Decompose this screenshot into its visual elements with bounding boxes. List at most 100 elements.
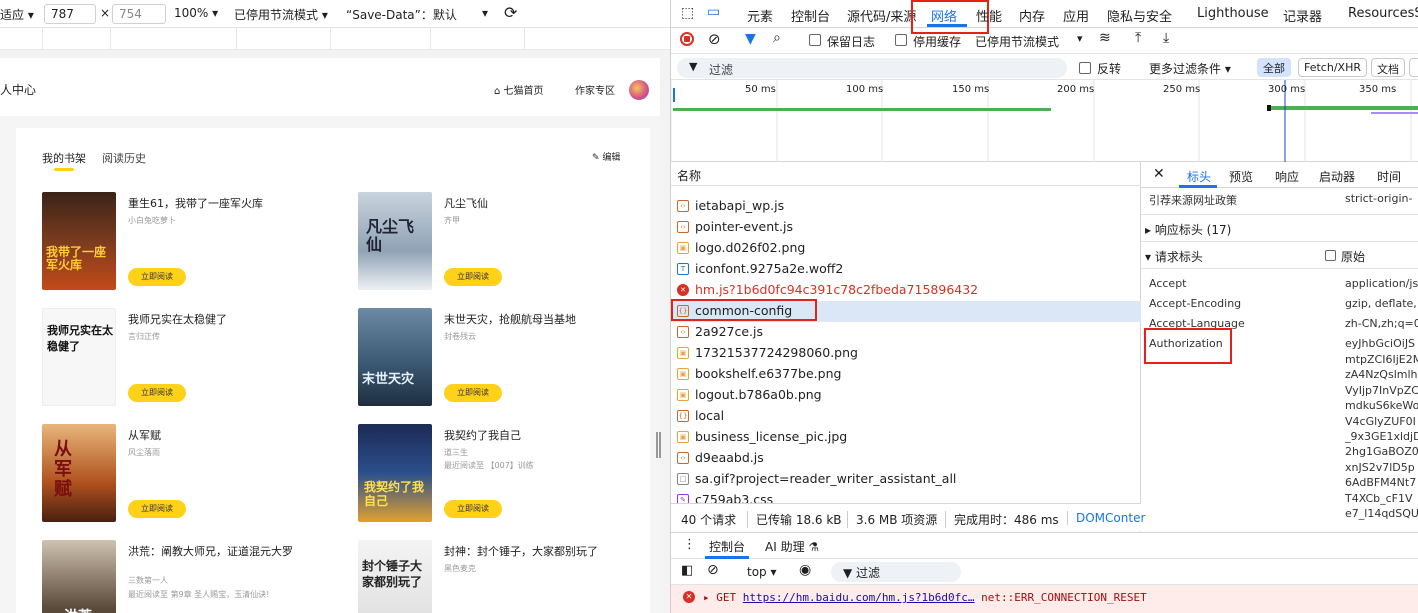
book-title[interactable]: 我契约了我自己: [444, 428, 624, 443]
drawer-tab-ai[interactable]: AI 助理 ⚗: [765, 538, 819, 555]
request-name[interactable]: bookshelf.e6377be.png: [695, 366, 841, 381]
read-now-button[interactable]: 立即阅读: [128, 500, 186, 518]
response-headers-toggle[interactable]: ▸ 响应标头 (17): [1145, 221, 1231, 238]
avatar[interactable]: [629, 80, 649, 100]
drawer-menu-icon[interactable]: ⋮: [683, 537, 696, 552]
tab-resources[interactable]: ResourcesSa: [1348, 6, 1418, 21]
drawer-tab-console[interactable]: 控制台: [709, 538, 745, 555]
clear-console-icon[interactable]: ⊘: [707, 562, 719, 578]
device-preset-select[interactable]: 适应 ▾: [0, 6, 34, 23]
rotate-icon[interactable]: ⟳: [504, 3, 517, 22]
book-title[interactable]: 洪荒：阐教大师兄，证道混元大罗: [128, 544, 308, 559]
request-name[interactable]: sa.gif?project=reader_writer_assistant_a…: [695, 471, 956, 486]
request-name[interactable]: local: [695, 408, 724, 423]
device-height-input[interactable]: 754: [112, 4, 166, 24]
read-now-button[interactable]: 立即阅读: [444, 384, 502, 402]
book-cover[interactable]: 末世天灾: [358, 308, 432, 406]
request-row[interactable]: ▣ 17321537724298060.png: [671, 343, 1141, 364]
request-row[interactable]: ✕ hm.js?1b6d0fc94c391c78c2fbeda715896432: [671, 280, 1141, 301]
tab-privacy[interactable]: 隐私与安全: [1107, 6, 1172, 25]
filter-input[interactable]: ▼ 过滤: [677, 58, 1067, 78]
request-name[interactable]: d9eaabd.js: [695, 450, 764, 465]
request-row[interactable]: Ticonfont.9275a2e.woff2: [671, 259, 1141, 280]
request-row[interactable]: ▣ logo.d026f02.png: [671, 238, 1141, 259]
request-row[interactable]: {} local: [671, 406, 1141, 427]
split-resize-handle[interactable]: [656, 432, 661, 458]
request-row[interactable]: ▣ bookshelf.e6377be.png: [671, 364, 1141, 385]
request-name[interactable]: logo.d026f02.png: [695, 240, 805, 255]
request-headers-toggle[interactable]: ▾ 请求标头: [1145, 248, 1203, 265]
more-filters-button[interactable]: 更多过滤条件 ▾: [1149, 60, 1231, 77]
list-item[interactable]: [671, 186, 1141, 196]
nav-author-link[interactable]: 作家专区: [575, 82, 615, 97]
book-title[interactable]: 我师兄实在太稳健了: [128, 312, 308, 327]
type-filter-fetch[interactable]: Fetch/XHR: [1298, 58, 1367, 77]
clear-icon[interactable]: ⊘: [708, 30, 721, 48]
book-title[interactable]: 从军赋: [128, 428, 308, 443]
filter-icon[interactable]: ▼: [745, 31, 756, 47]
request-name[interactable]: business_license_pic.jpg: [695, 429, 847, 444]
invert-checkbox[interactable]: [1079, 62, 1091, 74]
book-cover[interactable]: 封个锤子大家都别玩了: [358, 540, 432, 613]
raw-checkbox[interactable]: [1325, 250, 1336, 261]
book-cover[interactable]: 从军赋: [42, 424, 116, 522]
request-row[interactable]: ▣ business_license_pic.jpg: [671, 427, 1141, 448]
tab-console[interactable]: 控制台: [791, 6, 830, 25]
tab-recorder[interactable]: 记录器: [1283, 6, 1322, 25]
tab-preview[interactable]: 预览: [1229, 168, 1253, 185]
tab-response[interactable]: 响应: [1275, 168, 1299, 185]
request-name[interactable]: logout.b786a0b.png: [695, 387, 822, 402]
book-cover[interactable]: 凡尘飞仙: [358, 192, 432, 290]
record-icon[interactable]: [680, 32, 694, 46]
console-filter-input[interactable]: ▼ 过滤: [831, 562, 961, 582]
read-now-button[interactable]: 立即阅读: [128, 268, 186, 286]
network-conditions-icon[interactable]: ≋: [1099, 30, 1111, 46]
read-now-button[interactable]: 立即阅读: [444, 268, 502, 286]
request-row[interactable]: □ sa.gif?project=reader_writer_assistant_…: [671, 469, 1141, 490]
edit-button[interactable]: ✎ 编辑: [592, 150, 620, 163]
disable-cache-checkbox[interactable]: [895, 34, 907, 46]
import-har-icon[interactable]: ⤒: [1135, 30, 1141, 46]
tab-history[interactable]: 阅读历史: [102, 150, 146, 166]
tab-lighthouse[interactable]: Lighthouse: [1197, 6, 1269, 21]
request-row[interactable]: ▣ logout.b786a0b.png: [671, 385, 1141, 406]
save-data-chevron-icon[interactable]: ▾: [482, 6, 488, 20]
request-name[interactable]: 2a927ce.js: [695, 324, 763, 339]
tab-sources[interactable]: 源代码/来源: [847, 6, 916, 25]
device-toggle-icon[interactable]: ▭: [707, 4, 720, 20]
nav-home-link[interactable]: ⌂ 七猫首页: [494, 82, 544, 97]
close-icon[interactable]: ✕: [1153, 166, 1165, 182]
request-name[interactable]: 17321537724298060.png: [695, 345, 858, 360]
request-row[interactable]: ‹› d9eaabd.js: [671, 448, 1141, 469]
tab-bookshelf[interactable]: 我的书架: [42, 150, 86, 166]
book-cover[interactable]: 我带了一座军火库: [42, 192, 116, 290]
type-filter-all[interactable]: 全部: [1257, 58, 1291, 77]
book-title[interactable]: 凡尘飞仙: [444, 196, 624, 211]
type-filter-more[interactable]: [1409, 58, 1418, 77]
tab-initiator[interactable]: 启动器: [1319, 168, 1355, 185]
request-row[interactable]: ‹› ietabapi_wp.js: [671, 196, 1141, 217]
eye-icon[interactable]: ◉: [799, 562, 811, 578]
export-har-icon[interactable]: ⤓: [1163, 30, 1169, 46]
book-cover[interactable]: 我师兄实在太稳健了: [42, 308, 116, 406]
device-width-input[interactable]: 787: [44, 4, 96, 24]
request-row[interactable]: ‹› 2a927ce.js: [671, 322, 1141, 343]
throttle-chevron-icon[interactable]: ▾: [1077, 32, 1083, 45]
book-title[interactable]: 封神：封个锤子，大家都别玩了: [444, 544, 624, 559]
read-now-button[interactable]: 立即阅读: [128, 384, 186, 402]
book-title[interactable]: 末世天灾，抢舰航母当基地: [444, 312, 624, 327]
read-now-button[interactable]: 立即阅读: [444, 500, 502, 518]
request-name[interactable]: ietabapi_wp.js: [695, 198, 784, 213]
book-cover[interactable]: 我契约了我自己: [358, 424, 432, 522]
book-cover[interactable]: 洪荒: [42, 540, 116, 613]
tab-elements[interactable]: 元素: [747, 6, 773, 25]
zoom-select[interactable]: 100% ▾: [174, 6, 218, 20]
tab-memory[interactable]: 内存: [1019, 6, 1045, 25]
column-name[interactable]: 名称: [677, 167, 701, 184]
preserve-log-checkbox[interactable]: [809, 34, 821, 46]
inspect-icon[interactable]: ⬚: [681, 5, 694, 21]
request-name[interactable]: iconfont.9275a2e.woff2: [695, 261, 843, 276]
book-title[interactable]: 重生61，我带了一座军火库: [128, 196, 308, 211]
search-icon[interactable]: ⌕: [773, 30, 781, 46]
context-select[interactable]: top ▾: [747, 565, 777, 579]
